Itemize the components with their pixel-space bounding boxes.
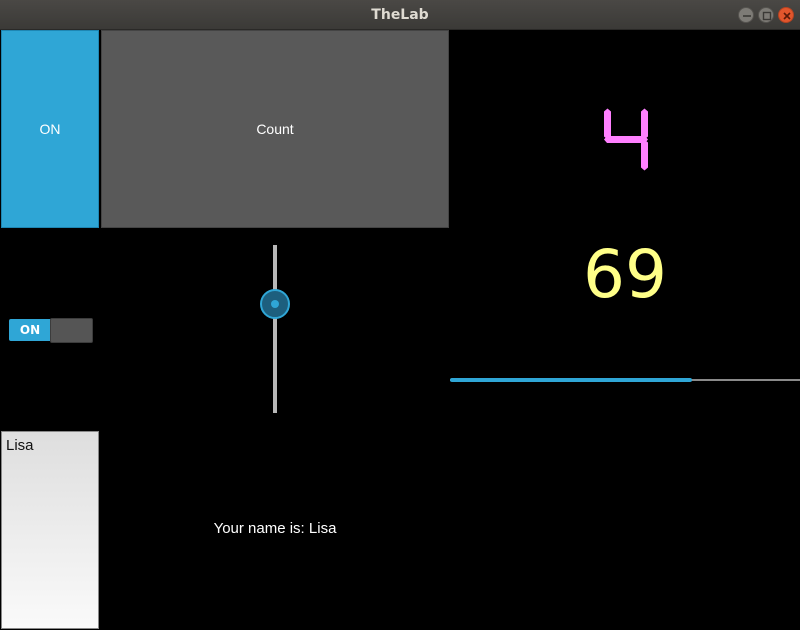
title-bar: TheLab xyxy=(0,0,800,30)
greeting-label: Your name is: Lisa xyxy=(213,520,337,537)
app-content: ON Count 69 ON Lisa Your name is: Lisa xyxy=(0,30,800,630)
switch-on-label: ON xyxy=(9,319,51,341)
digit-segment-f xyxy=(604,108,611,140)
number-label: 69 xyxy=(583,236,667,313)
window-title: TheLab xyxy=(371,7,429,23)
vertical-slider[interactable] xyxy=(258,245,292,415)
switch-knob[interactable] xyxy=(50,318,93,343)
close-icon[interactable] xyxy=(778,7,794,23)
toggle-switch[interactable]: ON xyxy=(9,318,93,343)
name-input[interactable]: Lisa xyxy=(1,431,99,629)
progress-fill xyxy=(450,378,692,382)
slider-handle[interactable] xyxy=(260,289,290,319)
seven-segment-digit xyxy=(604,108,648,171)
count-button[interactable]: Count xyxy=(101,30,449,228)
digit-segment-b xyxy=(641,108,648,140)
slider-track[interactable] xyxy=(273,245,277,413)
digit-segment-g xyxy=(604,136,648,143)
digit-segment-c xyxy=(641,139,648,171)
minimize-icon[interactable] xyxy=(738,7,754,23)
progress-bar xyxy=(450,378,800,382)
maximize-icon[interactable] xyxy=(758,7,774,23)
slider-handle-dot xyxy=(271,300,279,308)
on-toggle-button[interactable]: ON xyxy=(1,30,99,228)
